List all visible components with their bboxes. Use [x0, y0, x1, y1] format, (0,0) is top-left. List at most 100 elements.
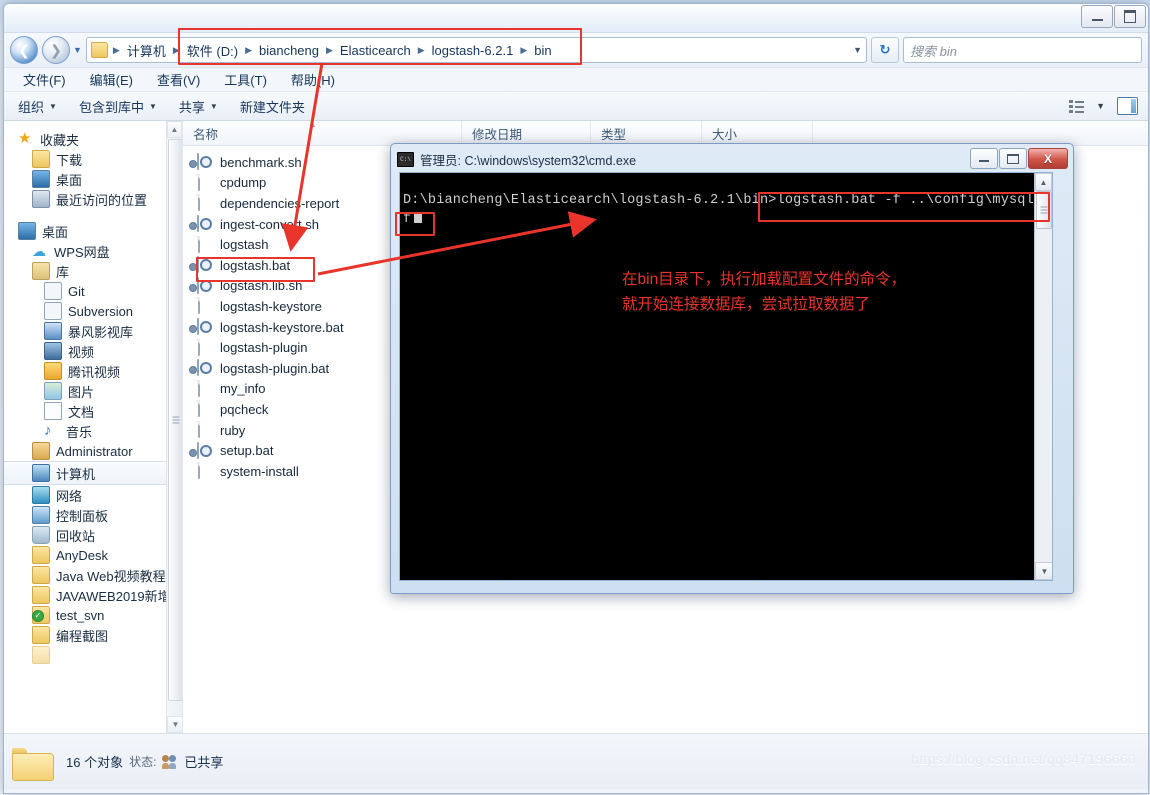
navigation-pane: ★ 收藏夹 下载 桌面 最近访问的位置 桌面 ☁ WPS网盘 库 Git Sub…: [4, 121, 183, 733]
file-icon: [197, 194, 213, 212]
breadcrumb-item-computer[interactable]: 计算机: [123, 40, 170, 61]
sidebar-item-recent-places[interactable]: 最近访问的位置: [4, 189, 182, 209]
search-input[interactable]: 搜索 bin: [903, 37, 1142, 63]
sidebar-item-test-svn[interactable]: ✓ test_svn: [4, 605, 182, 625]
history-dropdown-icon[interactable]: ▼: [73, 45, 82, 55]
sidebar-item-downloads[interactable]: 下载: [4, 149, 182, 169]
breadcrumb-separator: ▶: [325, 44, 333, 55]
sidebar-label: 音乐: [66, 424, 93, 440]
cmd-scrollbar-thumb[interactable]: [1036, 191, 1052, 229]
menu-edit[interactable]: 编辑(E): [87, 69, 136, 90]
breadcrumb-item-elasticearch[interactable]: Elasticearch: [336, 42, 415, 59]
menu-help[interactable]: 帮助(H): [288, 69, 338, 90]
breadcrumb: ▶ 计算机 ▶ 软件 (D:) ▶ biancheng ▶ Elasticear…: [112, 40, 556, 61]
cmd-maximize-button[interactable]: [999, 148, 1027, 169]
include-in-library-button[interactable]: 包含到库中 ▼: [79, 97, 157, 116]
file-name: logstash-keystore.bat: [220, 319, 344, 335]
scroll-up-icon[interactable]: ▲: [1035, 173, 1052, 191]
sidebar-item-recycle-bin[interactable]: 回收站: [4, 525, 182, 545]
sidebar-group-favorites[interactable]: ★ 收藏夹: [4, 129, 182, 149]
menu-view[interactable]: 查看(V): [154, 69, 203, 90]
toolbar-right: ▼: [1069, 97, 1138, 115]
file-name: ruby: [220, 422, 246, 438]
breadcrumb-item-logstash[interactable]: logstash-6.2.1: [428, 42, 518, 59]
menu-file[interactable]: 文件(F): [20, 69, 69, 90]
file-name: my_info: [220, 381, 266, 397]
sidebar-item-tencent-video[interactable]: 腾讯视频: [4, 361, 182, 381]
cmd-prompt: D:\bianchenɡ\Elasticearch\logstash-6.2.1…: [403, 193, 777, 208]
sidebar-item-control-panel[interactable]: 控制面板: [4, 505, 182, 525]
breadcrumb-item-bin[interactable]: bin: [530, 42, 555, 59]
cmd-scrollbar[interactable]: ▲ ▼: [1034, 173, 1052, 580]
sidebar-group-desktop[interactable]: 桌面: [4, 221, 182, 241]
file-name: logstash-keystore: [220, 298, 322, 314]
list-view-icon[interactable]: [1069, 99, 1085, 113]
navigation-scrollbar-thumb[interactable]: [168, 139, 182, 701]
column-header-name[interactable]: 名称 ▲: [183, 121, 462, 145]
organize-button[interactable]: 组织 ▼: [18, 97, 57, 116]
sidebar-item-git[interactable]: Git: [4, 281, 182, 301]
forward-button[interactable]: ❯: [42, 36, 70, 64]
menu-tools[interactable]: 工具(T): [221, 69, 270, 90]
scroll-down-icon[interactable]: ▼: [1035, 562, 1052, 580]
address-bar[interactable]: ▶ 计算机 ▶ 软件 (D:) ▶ biancheng ▶ Elasticear…: [85, 37, 867, 63]
folder-icon: [32, 626, 50, 644]
pictures-icon: [44, 382, 62, 400]
back-button[interactable]: ❮: [10, 36, 38, 64]
column-header-type[interactable]: 类型: [591, 121, 702, 145]
sidebar-item-java-web[interactable]: Java Web视频教程: [4, 565, 182, 585]
sidebar-item-partial[interactable]: [4, 645, 182, 665]
column-header-size[interactable]: 大小: [702, 121, 813, 145]
scrollbar-grip-icon: [1040, 205, 1048, 216]
sidebar-item-pictures[interactable]: 图片: [4, 381, 182, 401]
share-button[interactable]: 共享 ▼: [179, 97, 218, 116]
sidebar-item-javaweb2019[interactable]: JAVAWEB2019新增: [4, 585, 182, 605]
scroll-up-icon[interactable]: ▲: [167, 121, 182, 138]
sidebar-item-music[interactable]: ♪ 音乐: [4, 421, 182, 441]
cmd-console[interactable]: D:\bianchenɡ\Elasticearch\logstash-6.2.1…: [399, 172, 1053, 581]
sidebar-item-subversion[interactable]: Subversion: [4, 301, 182, 321]
sidebar-item-desktop[interactable]: 桌面: [4, 169, 182, 189]
sidebar-item-administrator[interactable]: Administrator: [4, 441, 182, 461]
column-header-blank[interactable]: [813, 121, 1148, 145]
script-icon: [197, 276, 213, 294]
minimize-button[interactable]: [1081, 5, 1113, 28]
chevron-down-icon[interactable]: ▼: [1096, 101, 1105, 111]
cmd-command: logstash.bat -f ..\config\mysql.con: [776, 193, 1053, 208]
sidebar-item-network[interactable]: 网络: [4, 485, 182, 505]
column-header-date[interactable]: 修改日期: [462, 121, 591, 145]
sidebar-item-documents[interactable]: 文档: [4, 401, 182, 421]
scroll-down-icon[interactable]: ▼: [167, 716, 182, 733]
breadcrumb-item-biancheng[interactable]: biancheng: [255, 42, 323, 59]
chevron-down-icon: ▼: [148, 101, 157, 111]
file-name: logstash-plugin.bat: [220, 360, 330, 376]
sidebar-item-video[interactable]: 视频: [4, 341, 182, 361]
new-folder-button[interactable]: 新建文件夹: [240, 97, 305, 116]
script-icon: [197, 318, 213, 336]
file-name: pqcheck: [220, 401, 269, 417]
cmd-cursor-icon: [414, 212, 423, 223]
maximize-button[interactable]: [1114, 5, 1146, 28]
column-label: 名称: [193, 127, 219, 142]
breadcrumb-separator: ▶: [520, 44, 528, 55]
breadcrumb-item-drive[interactable]: 软件 (D:): [183, 40, 242, 61]
script-icon: [197, 256, 213, 274]
sidebar-item-computer[interactable]: 计算机: [4, 461, 182, 485]
sidebar-label: Java Web视频教程: [56, 568, 166, 584]
sidebar-item-wps-cloud[interactable]: ☁ WPS网盘: [4, 241, 182, 261]
cmd-close-button[interactable]: X: [1028, 148, 1068, 169]
folder-svn-icon: ✓: [32, 606, 50, 624]
navigation-scrollbar[interactable]: ▲ ▼: [166, 121, 182, 733]
forward-arrow-icon: ❯: [50, 41, 62, 58]
sidebar-item-baofeng[interactable]: 暴风影视库: [4, 321, 182, 341]
preview-pane-icon[interactable]: [1117, 97, 1138, 115]
sidebar-item-library[interactable]: 库: [4, 261, 182, 281]
sidebar-item-biancheng-jietu[interactable]: 编程截图: [4, 625, 182, 645]
big-folder-icon: [12, 745, 54, 781]
sidebar-item-anydesk[interactable]: AnyDesk: [4, 545, 182, 565]
cmd-minimize-button[interactable]: [970, 148, 998, 169]
refresh-button[interactable]: ↻: [871, 37, 899, 63]
address-dropdown-icon[interactable]: ▼: [853, 45, 862, 55]
cmd-title: 管理员: C:\windows\system32\cmd.exe: [420, 153, 637, 168]
back-arrow-icon: ❮: [18, 41, 30, 58]
